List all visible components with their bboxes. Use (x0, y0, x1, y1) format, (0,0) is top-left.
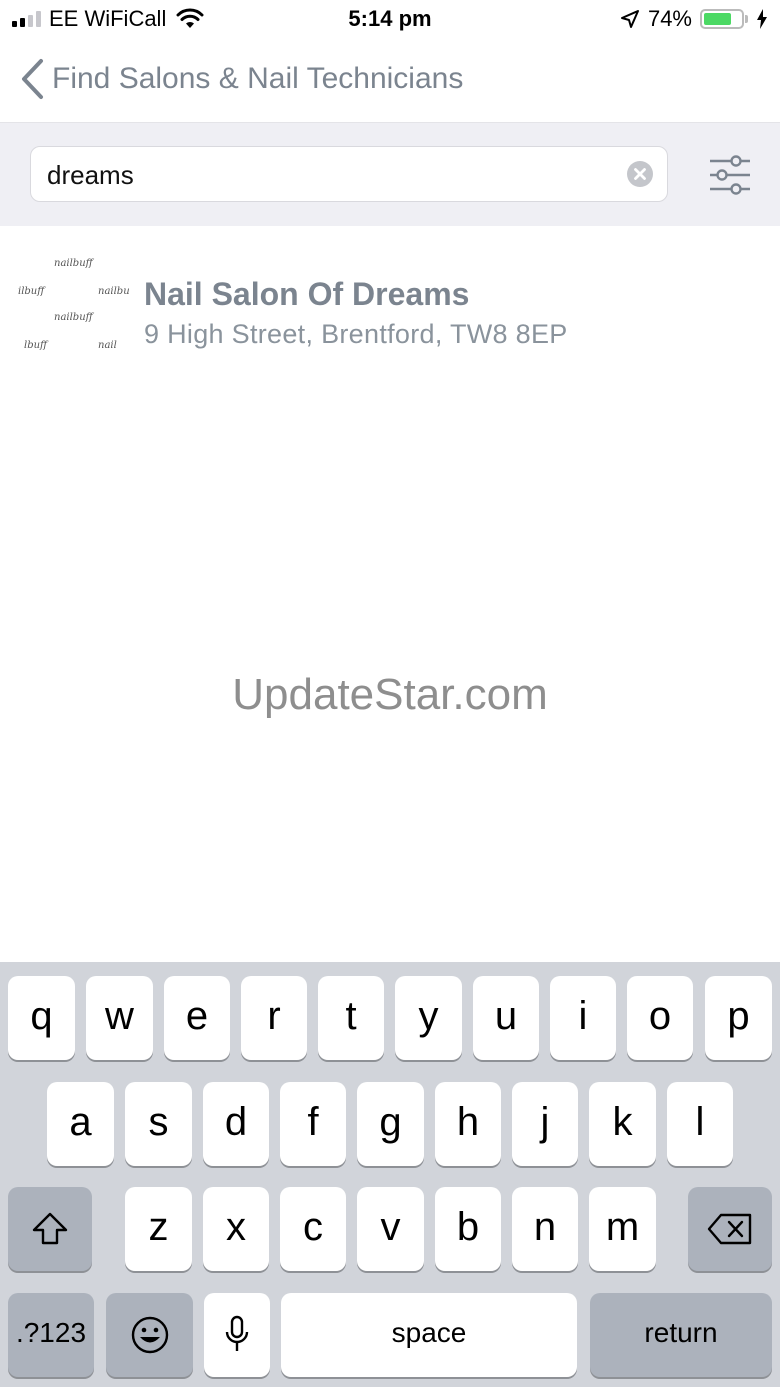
location-arrow-icon (620, 10, 639, 28)
key-a[interactable]: a (47, 1082, 114, 1166)
keyboard: q w e r t y u i o p a s d f g h j k l z … (0, 962, 780, 1387)
key-u[interactable]: u (473, 976, 539, 1060)
clear-search-button[interactable] (627, 161, 653, 187)
key-s[interactable]: s (125, 1082, 192, 1166)
logo-text: nail (98, 340, 117, 351)
microphone-icon (225, 1315, 249, 1351)
key-y[interactable]: y (395, 976, 462, 1060)
salon-address: 9 High Street, Brentford, TW8 8EP (144, 319, 568, 349)
key-z[interactable]: z (125, 1187, 192, 1271)
emoji-icon (131, 1316, 168, 1354)
search-input[interactable] (45, 147, 619, 203)
logo-text: ilbuff (18, 286, 45, 297)
key-c[interactable]: c (280, 1187, 346, 1271)
logo-text: lbuff (24, 340, 48, 351)
watermark: UpdateStar.com (232, 670, 548, 719)
space-key[interactable]: space (281, 1293, 577, 1377)
key-i[interactable]: i (550, 976, 616, 1060)
numbers-key[interactable]: .?123 (8, 1293, 94, 1377)
page-title: Find Salons & Nail Technicians (52, 62, 464, 95)
shift-key[interactable] (8, 1187, 92, 1271)
key-g[interactable]: g (357, 1082, 424, 1166)
status-bar: EE WiFiCall 5:14 pm 74% (0, 0, 780, 42)
search-bar-area (0, 122, 780, 226)
key-r[interactable]: r (241, 976, 307, 1060)
logo-text: nailbu (98, 286, 130, 297)
battery-percent: 74% (647, 6, 692, 31)
back-chevron-icon (22, 59, 43, 99)
search-box (30, 146, 668, 203)
key-x[interactable]: x (203, 1187, 269, 1271)
key-n[interactable]: n (512, 1187, 578, 1271)
charging-bolt-icon (757, 9, 767, 29)
key-p[interactable]: p (705, 976, 772, 1060)
status-right: 74% (620, 6, 768, 32)
battery-icon (700, 9, 748, 29)
key-d[interactable]: d (203, 1082, 269, 1166)
key-h[interactable]: h (435, 1082, 501, 1166)
key-l[interactable]: l (667, 1082, 733, 1166)
key-f[interactable]: f (280, 1082, 346, 1166)
key-q[interactable]: q (8, 976, 75, 1060)
key-k[interactable]: k (589, 1082, 656, 1166)
logo-text: nailbuff (54, 258, 93, 269)
key-b[interactable]: b (435, 1187, 501, 1271)
shift-icon (32, 1212, 68, 1245)
salon-result-item[interactable]: nailbuff ilbuff nailbu nailbuff lbuff na… (0, 226, 780, 356)
logo-text: nailbuff (54, 312, 93, 323)
return-key[interactable]: return (590, 1293, 772, 1377)
navigation-bar: Find Salons & Nail Technicians (0, 42, 780, 122)
key-j[interactable]: j (512, 1082, 578, 1166)
backspace-icon (707, 1213, 752, 1245)
backspace-key[interactable] (688, 1187, 772, 1271)
filter-button[interactable] (706, 153, 754, 197)
back-button[interactable]: Find Salons & Nail Technicians (20, 58, 463, 100)
key-e[interactable]: e (164, 976, 230, 1060)
key-m[interactable]: m (589, 1187, 656, 1271)
dictation-key[interactable] (204, 1293, 270, 1377)
key-t[interactable]: t (318, 976, 384, 1060)
salon-name: Nail Salon Of Dreams (144, 276, 470, 312)
emoji-key[interactable] (106, 1293, 193, 1377)
key-v[interactable]: v (357, 1187, 424, 1271)
key-o[interactable]: o (627, 976, 693, 1060)
clear-icon (634, 168, 646, 180)
filter-sliders-icon (710, 155, 750, 195)
key-w[interactable]: w (86, 976, 153, 1060)
salon-logo: nailbuff ilbuff nailbu nailbuff lbuff na… (14, 250, 134, 360)
